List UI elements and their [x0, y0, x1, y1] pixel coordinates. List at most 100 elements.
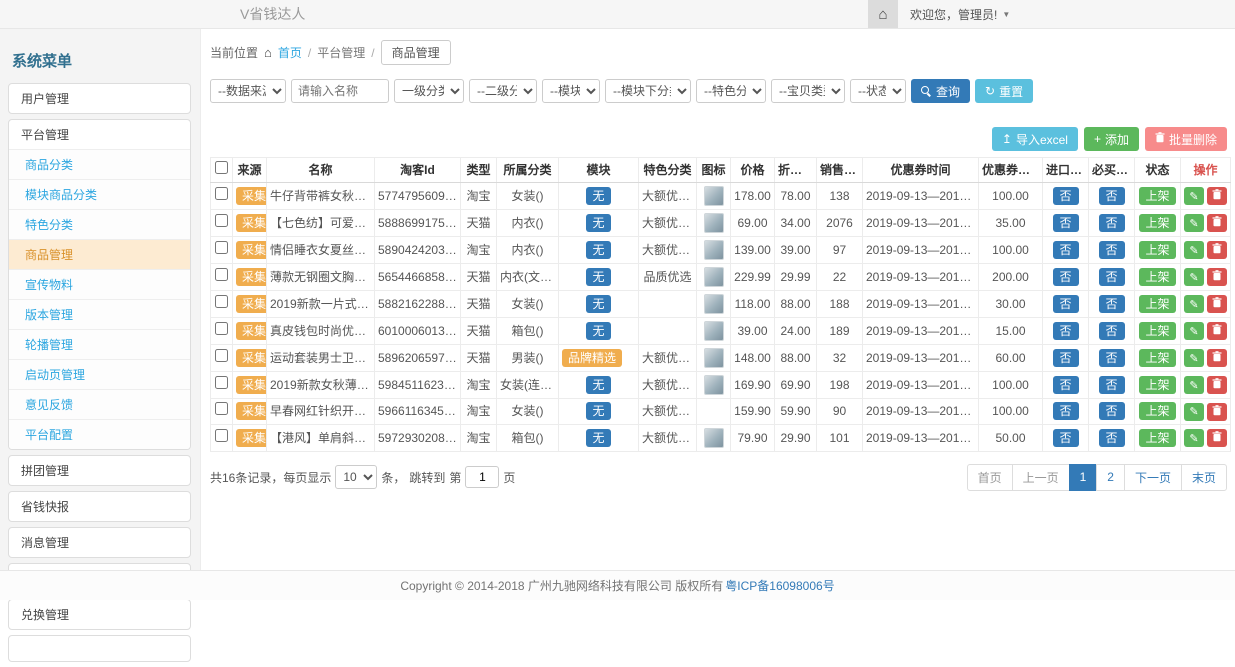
- status-toggle[interactable]: 上架: [1139, 322, 1175, 340]
- delete-button[interactable]: [1207, 214, 1227, 232]
- must-buy-toggle[interactable]: 否: [1099, 241, 1125, 259]
- edit-button[interactable]: ✎: [1184, 429, 1204, 447]
- row-checkbox[interactable]: [215, 349, 228, 362]
- import-select-toggle[interactable]: 否: [1053, 214, 1079, 232]
- sidebar-subitem[interactable]: 商品管理: [9, 239, 190, 269]
- row-checkbox[interactable]: [215, 187, 228, 200]
- delete-button[interactable]: [1207, 322, 1227, 340]
- add-button[interactable]: + 添加: [1084, 127, 1139, 151]
- must-buy-toggle[interactable]: 否: [1099, 187, 1125, 205]
- row-checkbox[interactable]: [215, 376, 228, 389]
- sidebar-subitem[interactable]: 轮播管理: [9, 329, 190, 359]
- import-select-toggle[interactable]: 否: [1053, 187, 1079, 205]
- home-button[interactable]: ⌂: [868, 0, 898, 28]
- must-buy-toggle[interactable]: 否: [1099, 349, 1125, 367]
- import-select-toggle[interactable]: 否: [1053, 322, 1079, 340]
- status-toggle[interactable]: 上架: [1139, 214, 1175, 232]
- delete-button[interactable]: [1207, 187, 1227, 205]
- must-buy-toggle[interactable]: 否: [1099, 376, 1125, 394]
- sidebar-subitem[interactable]: 启动页管理: [9, 359, 190, 389]
- status-toggle[interactable]: 上架: [1139, 349, 1175, 367]
- page-button[interactable]: 上一页: [1012, 464, 1070, 491]
- import-select-toggle[interactable]: 否: [1053, 241, 1079, 259]
- must-buy-toggle[interactable]: 否: [1099, 214, 1125, 232]
- edit-button[interactable]: ✎: [1184, 241, 1204, 259]
- filter-select[interactable]: --状态--: [850, 79, 906, 103]
- edit-button[interactable]: ✎: [1184, 322, 1204, 340]
- sidebar-item[interactable]: 拼团管理: [9, 456, 190, 485]
- import-select-toggle[interactable]: 否: [1053, 349, 1079, 367]
- name-search-input[interactable]: [291, 79, 389, 103]
- row-checkbox[interactable]: [215, 402, 228, 415]
- import-excel-button[interactable]: ↥ 导入excel: [992, 127, 1078, 151]
- delete-button[interactable]: [1207, 429, 1227, 447]
- must-buy-toggle[interactable]: 否: [1099, 295, 1125, 313]
- edit-button[interactable]: ✎: [1184, 187, 1204, 205]
- filter-select[interactable]: 一级分类: [394, 79, 464, 103]
- edit-button[interactable]: ✎: [1184, 376, 1204, 394]
- status-toggle[interactable]: 上架: [1139, 429, 1175, 447]
- import-select-toggle[interactable]: 否: [1053, 429, 1079, 447]
- sidebar-item[interactable]: 平台管理: [9, 120, 190, 149]
- sidebar-item[interactable]: 省钱快报: [9, 492, 190, 521]
- edit-button[interactable]: ✎: [1184, 295, 1204, 313]
- sidebar-subitem[interactable]: 意见反馈: [9, 389, 190, 419]
- per-page-select[interactable]: 10: [335, 465, 377, 489]
- jump-button[interactable]: 跳转到: [409, 469, 445, 486]
- filter-select[interactable]: --宝贝类型--: [771, 79, 845, 103]
- row-checkbox[interactable]: [215, 295, 228, 308]
- status-toggle[interactable]: 上架: [1139, 187, 1175, 205]
- row-checkbox[interactable]: [215, 214, 228, 227]
- bulk-delete-button[interactable]: 批量删除: [1145, 127, 1227, 151]
- sidebar-subitem[interactable]: 模块商品分类: [9, 179, 190, 209]
- status-toggle[interactable]: 上架: [1139, 376, 1175, 394]
- search-button[interactable]: 查询: [911, 79, 970, 103]
- edit-button[interactable]: ✎: [1184, 268, 1204, 286]
- edit-button[interactable]: ✎: [1184, 214, 1204, 232]
- page-button[interactable]: 1: [1069, 464, 1098, 491]
- jump-page-input[interactable]: [465, 466, 499, 488]
- page-button[interactable]: 下一页: [1124, 464, 1182, 491]
- edit-button[interactable]: ✎: [1184, 403, 1204, 421]
- status-toggle[interactable]: 上架: [1139, 295, 1175, 313]
- icp-link[interactable]: 粤ICP备16098006号: [725, 577, 834, 594]
- import-select-toggle[interactable]: 否: [1053, 295, 1079, 313]
- must-buy-toggle[interactable]: 否: [1099, 429, 1125, 447]
- sidebar-subitem[interactable]: 宣传物料: [9, 269, 190, 299]
- sidebar-item[interactable]: 用户管理: [9, 84, 190, 113]
- import-select-toggle[interactable]: 否: [1053, 268, 1079, 286]
- filter-select[interactable]: --特色分类--: [696, 79, 766, 103]
- sidebar-item[interactable]: [9, 636, 190, 661]
- sidebar-subitem[interactable]: 商品分类: [9, 149, 190, 179]
- must-buy-toggle[interactable]: 否: [1099, 268, 1125, 286]
- row-checkbox[interactable]: [215, 241, 228, 254]
- sidebar-item[interactable]: 消息管理: [9, 528, 190, 557]
- sidebar-item[interactable]: 兑换管理: [9, 600, 190, 629]
- row-checkbox[interactable]: [215, 322, 228, 335]
- status-toggle[interactable]: 上架: [1139, 402, 1175, 420]
- sidebar-subitem[interactable]: 平台配置: [9, 419, 190, 449]
- sidebar-subitem[interactable]: 特色分类: [9, 209, 190, 239]
- delete-button[interactable]: [1207, 349, 1227, 367]
- must-buy-toggle[interactable]: 否: [1099, 402, 1125, 420]
- row-checkbox[interactable]: [215, 429, 228, 442]
- filter-select-source[interactable]: --数据来源--: [210, 79, 286, 103]
- delete-button[interactable]: [1207, 241, 1227, 259]
- status-toggle[interactable]: 上架: [1139, 268, 1175, 286]
- must-buy-toggle[interactable]: 否: [1099, 322, 1125, 340]
- page-button[interactable]: 末页: [1181, 464, 1227, 491]
- delete-button[interactable]: [1207, 403, 1227, 421]
- delete-button[interactable]: [1207, 268, 1227, 286]
- edit-button[interactable]: ✎: [1184, 349, 1204, 367]
- delete-button[interactable]: [1207, 376, 1227, 394]
- filter-select[interactable]: --模块下分类--: [605, 79, 691, 103]
- delete-button[interactable]: [1207, 295, 1227, 313]
- select-all-checkbox[interactable]: [215, 161, 228, 174]
- import-select-toggle[interactable]: 否: [1053, 402, 1079, 420]
- user-menu[interactable]: 欢迎您，管理员! ▼: [898, 0, 1022, 28]
- page-button[interactable]: 首页: [967, 464, 1013, 491]
- status-toggle[interactable]: 上架: [1139, 241, 1175, 259]
- filter-select[interactable]: --二级分类--: [469, 79, 537, 103]
- row-checkbox[interactable]: [215, 268, 228, 281]
- sidebar-subitem[interactable]: 版本管理: [9, 299, 190, 329]
